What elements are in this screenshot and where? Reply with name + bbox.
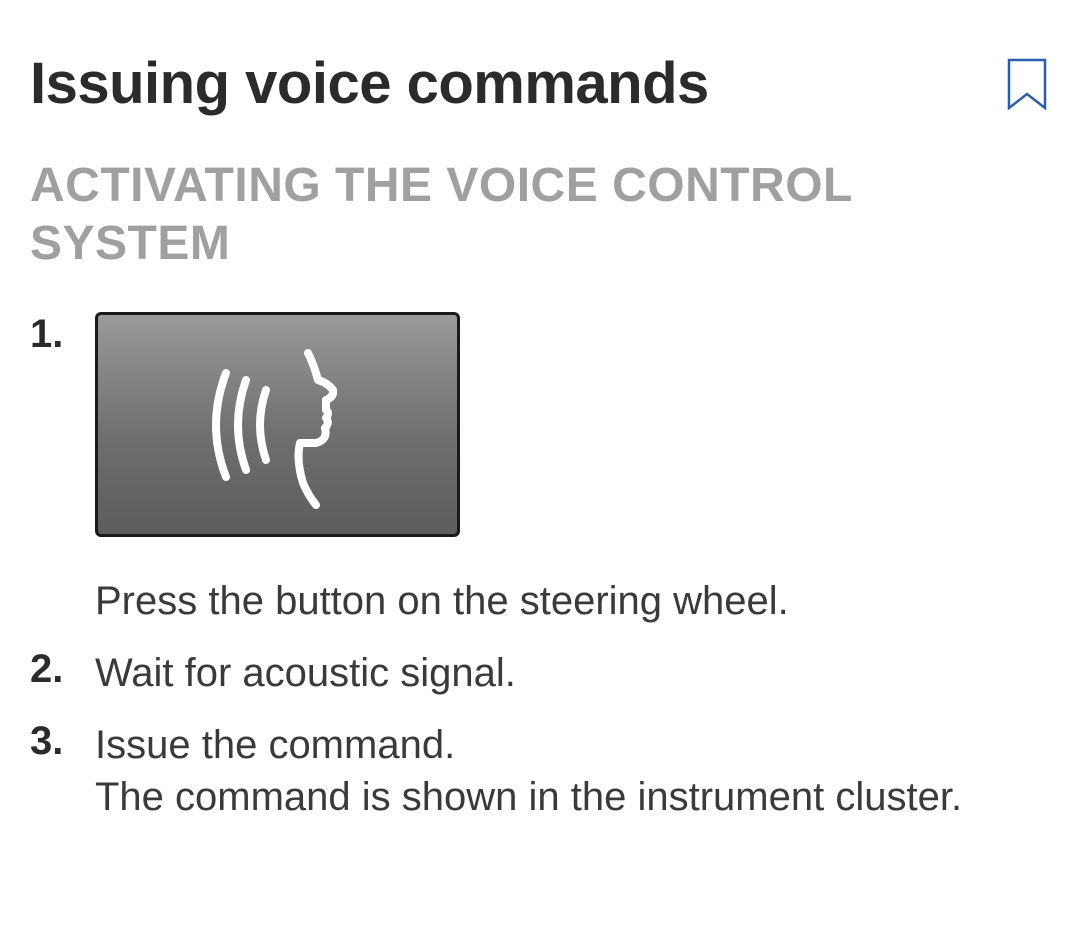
steps-list: 1 Press the button on the steering wheel…: [30, 312, 1048, 823]
step-number: 3: [30, 719, 95, 764]
step-note: The command is shown in the instrument c…: [95, 771, 1048, 823]
bookmark-button[interactable]: [1006, 58, 1048, 113]
step-number: 1: [30, 312, 95, 357]
step-item: 3 Issue the command. The command is show…: [30, 719, 1048, 823]
step-body: Issue the command. The command is shown …: [95, 719, 1048, 823]
header-row: Issuing voice commands: [30, 50, 1048, 117]
step-body: Wait for acoustic signal.: [95, 647, 1048, 699]
step-item: 1 Press the button on the steering wheel…: [30, 312, 1048, 627]
page-title: Issuing voice commands: [30, 50, 709, 117]
step-body: Press the button on the steering wheel.: [95, 312, 1048, 627]
step-number: 2: [30, 647, 95, 692]
bookmark-icon: [1006, 58, 1048, 113]
step-text: Issue the command.: [95, 719, 1048, 771]
section-heading: ACTIVATING THE VOICE CONTROL SYSTEM: [30, 157, 1048, 272]
voice-button-image: [95, 312, 460, 537]
voice-speaking-icon: [158, 335, 398, 515]
step-item: 2 Wait for acoustic signal.: [30, 647, 1048, 699]
step-text: Wait for acoustic signal.: [95, 647, 1048, 699]
step-text: Press the button on the steering wheel.: [95, 575, 1048, 627]
